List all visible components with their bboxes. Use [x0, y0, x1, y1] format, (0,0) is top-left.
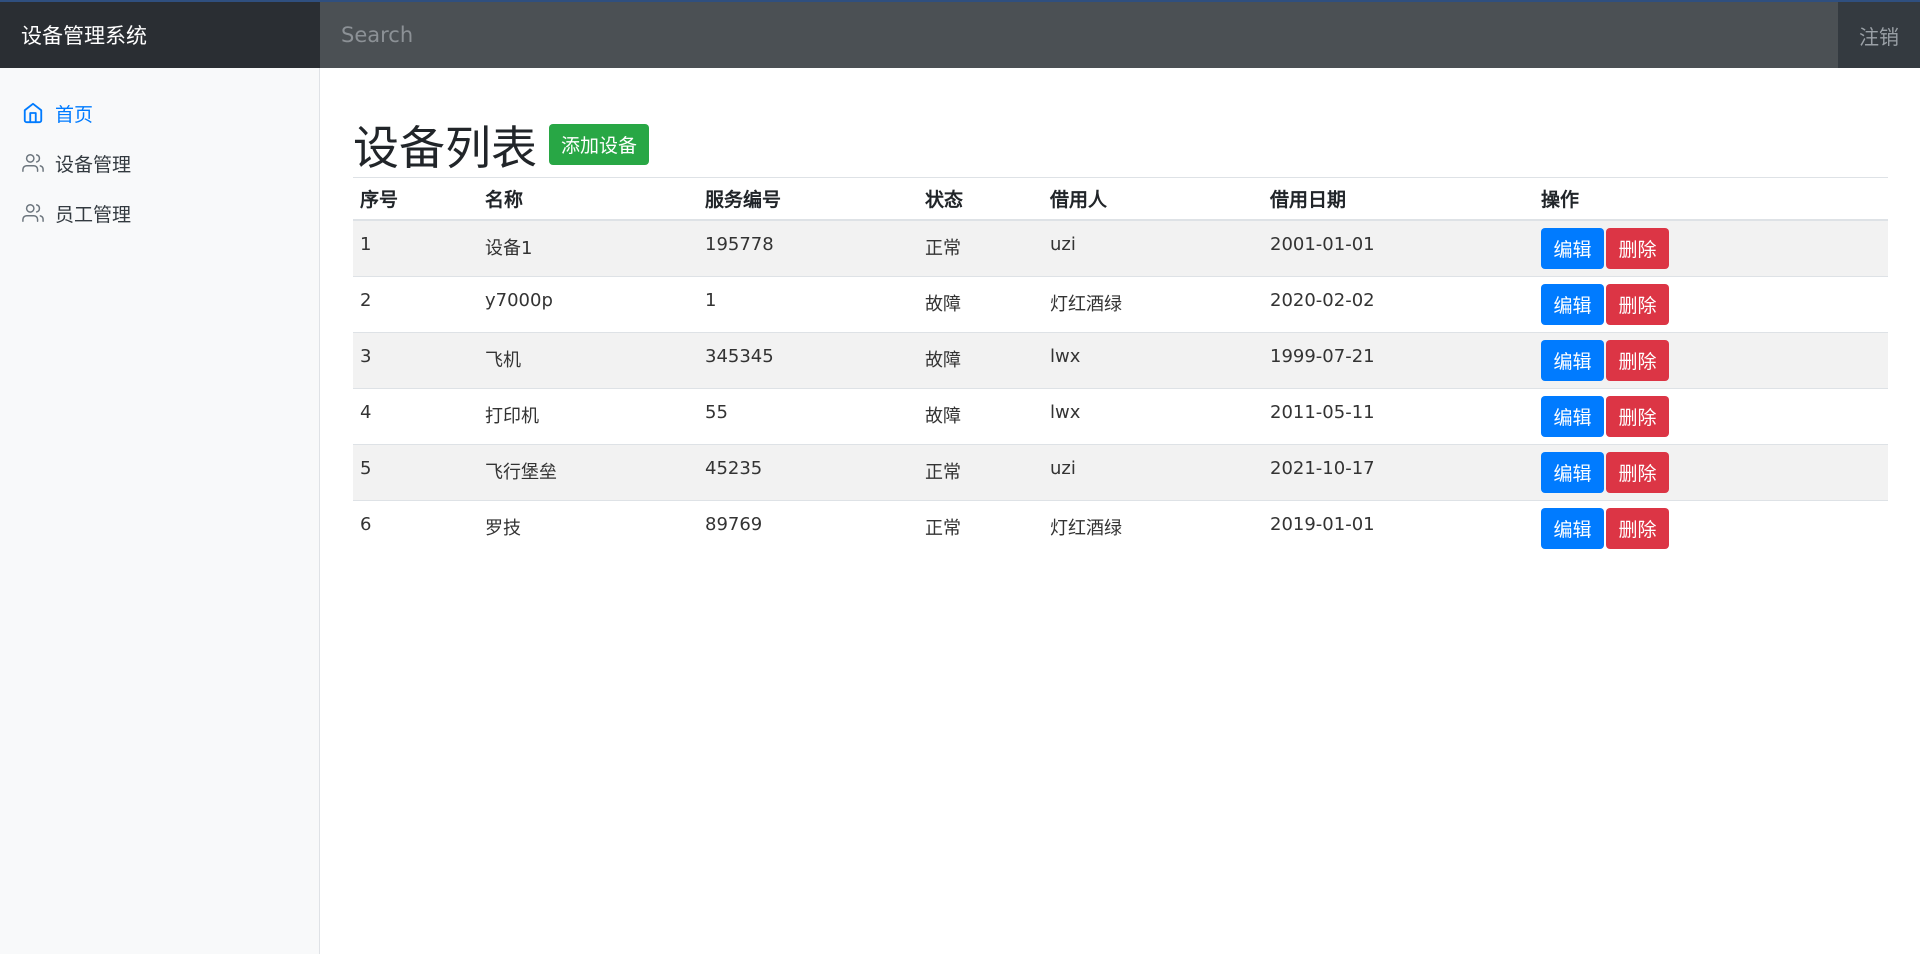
cell-name: y7000p	[478, 275, 698, 332]
table-row: 1 设备1 195778 正常 uzi 2001-01-01 编辑 删除	[353, 219, 1888, 276]
column-header-name: 名称	[478, 178, 698, 221]
page-header: 设备列表 添加设备	[353, 68, 1888, 178]
cell-actions: 编辑 删除	[1534, 331, 1888, 388]
table-row: 6 罗技 89769 正常 灯红酒绿 2019-01-01 编辑 删除	[353, 499, 1888, 556]
cell-index: 1	[353, 219, 478, 276]
table-row: 4 打印机 55 故障 lwx 2011-05-11 编辑 删除	[353, 387, 1888, 444]
logout-link[interactable]: 注销	[1838, 2, 1920, 68]
home-icon	[23, 102, 43, 124]
delete-button[interactable]: 删除	[1606, 227, 1669, 269]
cell-service-no: 195778	[698, 219, 918, 276]
cell-borrower: lwx	[1043, 387, 1263, 444]
search-input[interactable]	[320, 2, 1838, 68]
cell-borrow-date: 2001-01-01	[1263, 219, 1534, 276]
cell-borrow-date: 2020-02-02	[1263, 275, 1534, 332]
delete-button[interactable]: 删除	[1606, 451, 1669, 493]
cell-borrower: uzi	[1043, 443, 1263, 500]
sidebar-item-devices[interactable]: 设备管理	[0, 138, 319, 188]
sidebar-item-staff[interactable]: 员工管理	[0, 188, 319, 238]
cell-name: 打印机	[478, 387, 698, 444]
edit-button[interactable]: 编辑	[1541, 507, 1604, 549]
cell-service-no: 89769	[698, 499, 918, 556]
delete-button[interactable]: 删除	[1606, 507, 1669, 549]
column-header-actions: 操作	[1534, 178, 1888, 221]
cell-status: 故障	[918, 387, 1043, 444]
cell-status: 正常	[918, 219, 1043, 276]
cell-borrow-date: 2011-05-11	[1263, 387, 1534, 444]
cell-service-no: 55	[698, 387, 918, 444]
users-icon	[22, 154, 44, 172]
cell-status: 正常	[918, 443, 1043, 500]
column-header-status: 状态	[918, 178, 1043, 221]
edit-button[interactable]: 编辑	[1541, 395, 1604, 437]
sidebar: 首页 设备管理 员工管理	[0, 68, 320, 954]
cell-borrow-date: 1999-07-21	[1263, 331, 1534, 388]
table-row: 3 飞机 345345 故障 lwx 1999-07-21 编辑 删除	[353, 331, 1888, 388]
cell-index: 4	[353, 387, 478, 444]
cell-index: 2	[353, 275, 478, 332]
column-header-borrow-date: 借用日期	[1263, 178, 1534, 221]
cell-actions: 编辑 删除	[1534, 275, 1888, 332]
cell-status: 正常	[918, 499, 1043, 556]
main-content: 设备列表 添加设备 序号 名称 服务编号 状态 借用人 借用日期 操作 1 设备1…	[353, 68, 1888, 954]
delete-button[interactable]: 删除	[1606, 395, 1669, 437]
cell-actions: 编辑 删除	[1534, 443, 1888, 500]
cell-name: 飞行堡垒	[478, 443, 698, 500]
column-header-borrower: 借用人	[1043, 178, 1263, 221]
cell-service-no: 345345	[698, 331, 918, 388]
top-navbar: 设备管理系统 注销	[0, 0, 1920, 68]
add-device-button[interactable]: 添加设备	[549, 124, 650, 165]
cell-actions: 编辑 删除	[1534, 387, 1888, 444]
edit-button[interactable]: 编辑	[1541, 451, 1604, 493]
sidebar-item-label: 员工管理	[55, 203, 132, 226]
delete-button[interactable]: 删除	[1606, 339, 1669, 381]
edit-button[interactable]: 编辑	[1541, 339, 1604, 381]
cell-service-no: 1	[698, 275, 918, 332]
table-header-row: 序号 名称 服务编号 状态 借用人 借用日期 操作	[353, 178, 1888, 221]
table-row: 2 y7000p 1 故障 灯红酒绿 2020-02-02 编辑 删除	[353, 275, 1888, 332]
delete-button[interactable]: 删除	[1606, 283, 1669, 325]
users-icon	[22, 204, 44, 222]
device-table: 序号 名称 服务编号 状态 借用人 借用日期 操作 1 设备1 195778 正常 uz…	[353, 178, 1888, 556]
cell-borrower: uzi	[1043, 219, 1263, 276]
cell-actions: 编辑 删除	[1534, 219, 1888, 276]
cell-borrower: 灯红酒绿	[1043, 499, 1263, 556]
cell-borrow-date: 2021-10-17	[1263, 443, 1534, 500]
cell-index: 6	[353, 499, 478, 556]
sidebar-item-label: 设备管理	[55, 153, 132, 176]
cell-status: 故障	[918, 275, 1043, 332]
column-header-service-no: 服务编号	[698, 178, 918, 221]
table-row: 5 飞行堡垒 45235 正常 uzi 2021-10-17 编辑 删除	[353, 443, 1888, 500]
cell-name: 设备1	[478, 219, 698, 276]
cell-actions: 编辑 删除	[1534, 499, 1888, 556]
edit-button[interactable]: 编辑	[1541, 227, 1604, 269]
cell-borrower: 灯红酒绿	[1043, 275, 1263, 332]
edit-button[interactable]: 编辑	[1541, 283, 1604, 325]
column-header-index: 序号	[353, 178, 478, 221]
cell-name: 飞机	[478, 331, 698, 388]
cell-index: 3	[353, 331, 478, 388]
cell-service-no: 45235	[698, 443, 918, 500]
cell-name: 罗技	[478, 499, 698, 556]
cell-index: 5	[353, 443, 478, 500]
sidebar-item-home[interactable]: 首页	[0, 88, 319, 138]
page-title: 设备列表	[353, 120, 537, 175]
cell-borrower: lwx	[1043, 331, 1263, 388]
app-brand[interactable]: 设备管理系统	[0, 2, 320, 68]
cell-borrow-date: 2019-01-01	[1263, 499, 1534, 556]
cell-status: 故障	[918, 331, 1043, 388]
sidebar-item-label: 首页	[55, 103, 94, 126]
